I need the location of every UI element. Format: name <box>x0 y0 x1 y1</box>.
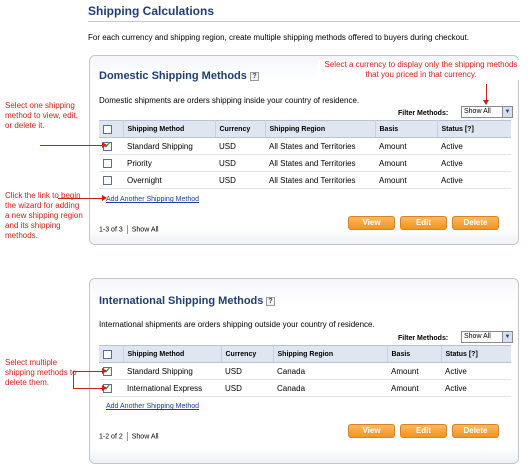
basis-cell: Amount <box>375 154 437 172</box>
row-checkbox[interactable] <box>103 175 112 185</box>
status-cell: Active <box>437 154 511 172</box>
callout-arrowhead <box>102 385 107 391</box>
select-all-header[interactable] <box>99 120 124 138</box>
callout-arrow-line <box>73 388 102 389</box>
select-all-checkbox[interactable] <box>103 124 112 134</box>
basis-cell: Amount <box>387 362 441 380</box>
chevron-down-icon: ▼ <box>502 332 512 342</box>
delete-button[interactable]: Delete <box>452 216 499 230</box>
filter-value: Show All <box>464 108 491 115</box>
callout-arrowhead <box>483 100 489 105</box>
currency-cell: USD <box>221 379 273 397</box>
domestic-table: Shipping Method Currency Shipping Region… <box>99 120 511 189</box>
edit-button[interactable]: Edit <box>400 216 447 230</box>
region-cell: Canada <box>273 362 387 380</box>
column-header[interactable]: Shipping Method <box>123 120 216 138</box>
international-panel: International Shipping Methods ? Interna… <box>89 278 519 464</box>
basis-cell: Amount <box>387 379 441 397</box>
pager-divider <box>126 432 128 441</box>
column-header[interactable]: Shipping Method <box>123 345 222 363</box>
callout-select-one: Select one shipping method to view, edit… <box>5 101 78 130</box>
callout-arrowhead <box>102 195 107 201</box>
domestic-panel: Domestic Shipping Methods ? Domestic shi… <box>89 55 519 245</box>
column-header[interactable]: Basis <box>375 120 438 138</box>
show-all-link[interactable]: Show All <box>132 433 159 440</box>
add-shipping-method-link[interactable]: Add Another Shipping Method <box>106 196 199 203</box>
help-icon[interactable]: ? <box>266 297 275 306</box>
status-cell: Active <box>441 362 511 380</box>
shipping-method-cell: Standard Shipping <box>123 362 221 380</box>
callout-arrow-line <box>73 371 102 372</box>
callout-filter: Select a currency to display only the sh… <box>318 60 524 80</box>
filter-label: Filter Methods: <box>398 335 449 342</box>
callout-arrowhead <box>102 368 107 374</box>
international-title: International Shipping Methods <box>99 295 264 307</box>
region-cell: All States and Territories <box>265 137 375 155</box>
currency-cell: USD <box>215 154 265 172</box>
region-cell: All States and Territories <box>265 154 375 172</box>
domestic-title: Domestic Shipping Methods <box>99 70 247 82</box>
view-button[interactable]: View <box>348 424 395 438</box>
callout-arrow-line <box>40 145 102 146</box>
table-row[interactable]: Overnight USD All States and Territories… <box>99 171 511 189</box>
column-header[interactable]: Status [?] <box>441 345 511 363</box>
basis-cell: Amount <box>375 171 437 189</box>
currency-cell: USD <box>215 171 265 189</box>
delete-button[interactable]: Delete <box>452 424 499 438</box>
column-header[interactable]: Currency <box>215 120 266 138</box>
column-header[interactable]: Shipping Region <box>265 120 376 138</box>
table-row[interactable]: Standard Shipping USD All States and Ter… <box>99 137 511 155</box>
panel-footer-bg <box>90 447 518 463</box>
filter-select[interactable]: Show All ▼ <box>461 331 513 343</box>
basis-cell: Amount <box>375 137 437 155</box>
callout-arrow-line <box>58 198 102 199</box>
status-cell: Active <box>437 137 511 155</box>
show-all-link[interactable]: Show All <box>132 226 159 233</box>
pager: 1-2 of 2 Show All <box>99 432 159 441</box>
shipping-method-cell: Standard Shipping <box>123 137 215 155</box>
region-cell: Canada <box>273 379 387 397</box>
shipping-method-cell: International Express <box>123 379 221 397</box>
column-header[interactable]: Basis <box>387 345 442 363</box>
row-checkbox[interactable] <box>103 158 112 168</box>
column-header[interactable]: Status [?] <box>437 120 511 138</box>
international-table: Shipping Method Currency Shipping Region… <box>99 345 511 397</box>
international-description: International shipments are orders shipp… <box>99 320 375 329</box>
status-cell: Active <box>441 379 511 397</box>
shipping-method-cell: Priority <box>123 154 215 172</box>
pager-count: 1-3 of 3 <box>99 226 123 234</box>
filter-label: Filter Methods: <box>398 110 449 117</box>
table-row[interactable]: Standard Shipping USD Canada Amount Acti… <box>99 362 511 380</box>
table-row[interactable]: Priority USD All States and Territories … <box>99 154 511 172</box>
view-button[interactable]: View <box>348 216 395 230</box>
shipping-method-cell: Overnight <box>123 171 215 189</box>
status-cell: Active <box>437 171 511 189</box>
title-rule <box>88 21 520 22</box>
table-row[interactable]: International Express USD Canada Amount … <box>99 379 511 397</box>
currency-cell: USD <box>215 137 265 155</box>
column-header[interactable]: Currency <box>221 345 274 363</box>
callout-arrow-line <box>73 371 74 388</box>
page-title: Shipping Calculations <box>88 4 215 18</box>
table-header-row: Shipping Method Currency Shipping Region… <box>99 120 511 138</box>
region-cell: All States and Territories <box>265 171 375 189</box>
pager: 1-3 of 3 Show All <box>99 225 159 234</box>
filter-select[interactable]: Show All ▼ <box>461 106 513 118</box>
intro-text: For each currency and shipping region, c… <box>88 33 469 42</box>
table-header-row: Shipping Method Currency Shipping Region… <box>99 345 511 363</box>
select-all-checkbox[interactable] <box>103 349 112 359</box>
column-header[interactable]: Shipping Region <box>273 345 388 363</box>
chevron-down-icon: ▼ <box>502 107 512 117</box>
help-icon[interactable]: ? <box>250 72 259 81</box>
filter-value: Show All <box>464 333 491 340</box>
add-shipping-method-link[interactable]: Add Another Shipping Method <box>106 403 199 410</box>
callout-arrow-line <box>486 84 487 101</box>
domestic-description: Domestic shipments are orders shipping i… <box>99 96 360 105</box>
currency-cell: USD <box>221 362 273 380</box>
callout-arrowhead <box>102 142 107 148</box>
pager-divider <box>126 225 128 234</box>
pager-count: 1-2 of 2 <box>99 433 123 441</box>
edit-button[interactable]: Edit <box>400 424 447 438</box>
select-all-header[interactable] <box>99 345 124 363</box>
